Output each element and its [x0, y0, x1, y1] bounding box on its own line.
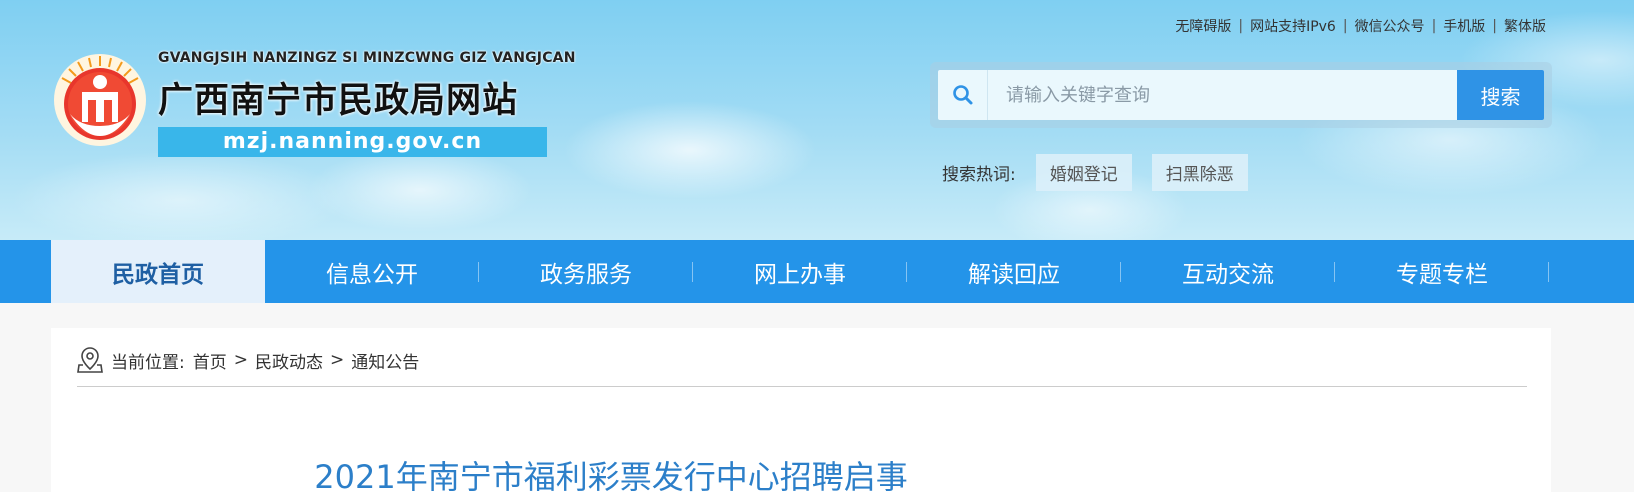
breadcrumb-separator: >: [233, 350, 248, 370]
breadcrumb-separator: >: [329, 350, 345, 370]
nav-item-government-services[interactable]: 政务服务: [479, 240, 693, 303]
mobile-version-link[interactable]: 手机版: [1443, 16, 1485, 36]
site-name: 广西南宁市民政局网站: [158, 81, 519, 121]
location-pin-icon: [77, 347, 103, 373]
breadcrumb-notices[interactable]: 通知公告: [351, 348, 419, 373]
nav-item-home[interactable]: 民政首页: [51, 240, 265, 303]
hot-term-marriage-registration[interactable]: 婚姻登记: [1035, 154, 1132, 191]
nav-divider: [1548, 262, 1549, 282]
ipv6-link[interactable]: 网站支持IPv6: [1250, 16, 1336, 36]
logo-text[interactable]: GVANGJSIH NANZINGZ SI MINZCWNG GIZ VANGJ…: [158, 50, 576, 157]
traditional-chinese-link[interactable]: 繁体版: [1504, 16, 1546, 36]
breadcrumb-label: 当前位置:: [111, 352, 185, 373]
nav-item-interpretation[interactable]: 解读回应: [907, 240, 1121, 303]
breadcrumb-news[interactable]: 民政动态: [255, 348, 323, 373]
nav-item-label: 政务服务: [540, 261, 632, 288]
content-panel: 当前位置: 首页 > 民政动态 > 通知公告 2021年南宁市福利彩票发行中心招…: [51, 328, 1551, 492]
site-domain: mzj.nanning.gov.cn: [158, 127, 547, 157]
logo-pinyin: GVANGJSIH NANZINGZ SI MINZCWNG GIZ VANGJ…: [158, 50, 576, 66]
nav-item-online-services[interactable]: 网上办事: [693, 240, 907, 303]
emblem-logo-icon[interactable]: [52, 52, 148, 148]
nav-item-interaction[interactable]: 互动交流: [1121, 240, 1335, 303]
accessible-version-link[interactable]: 无障碍版: [1175, 16, 1231, 36]
nav-item-info-disclosure[interactable]: 信息公开: [265, 240, 479, 303]
nav-item-special-topics[interactable]: 专题专栏: [1335, 240, 1549, 303]
top-link-separator: |: [1492, 18, 1497, 34]
search-box: 搜索: [930, 62, 1552, 128]
hot-search-label: 搜索热词:: [942, 165, 1016, 185]
search-bar: 搜索: [938, 70, 1544, 120]
nav-item-label: 信息公开: [326, 261, 418, 288]
article-title: 2021年南宁市福利彩票发行中心招聘启事: [314, 458, 908, 492]
nav-item-label: 民政首页: [112, 261, 204, 288]
hot-term-anti-crime[interactable]: 扫黑除恶: [1151, 154, 1248, 191]
nav-item-label: 专题专栏: [1396, 261, 1488, 288]
nav-item-label: 互动交流: [1182, 261, 1274, 288]
top-link-separator: |: [1431, 18, 1437, 34]
search-icon: [938, 70, 988, 120]
hot-search-terms: 搜索热词: 婚姻登记 扫黑除恶: [942, 154, 1268, 191]
top-link-separator: |: [1238, 18, 1244, 34]
breadcrumb-divider: [77, 386, 1527, 387]
wechat-link[interactable]: 微信公众号: [1355, 16, 1425, 36]
breadcrumb-home[interactable]: 首页: [193, 348, 227, 373]
nav-item-label: 解读回应: [968, 261, 1060, 288]
top-link-separator: |: [1342, 18, 1348, 34]
top-links: 无障碍版 | 网站支持IPv6 | 微信公众号 | 手机版 | 繁体版: [1175, 16, 1546, 36]
main-nav: 民政首页 信息公开 政务服务 网上办事 解读回应 互动交流 专题专栏: [0, 240, 1634, 303]
breadcrumb: 当前位置: 首页 > 民政动态 > 通知公告: [77, 346, 419, 374]
search-button[interactable]: 搜索: [1457, 70, 1544, 120]
search-input[interactable]: [988, 70, 1457, 120]
nav-item-label: 网上办事: [754, 261, 846, 288]
site-header: 无障碍版 | 网站支持IPv6 | 微信公众号 | 手机版 | 繁体版 GVAN…: [0, 0, 1634, 240]
